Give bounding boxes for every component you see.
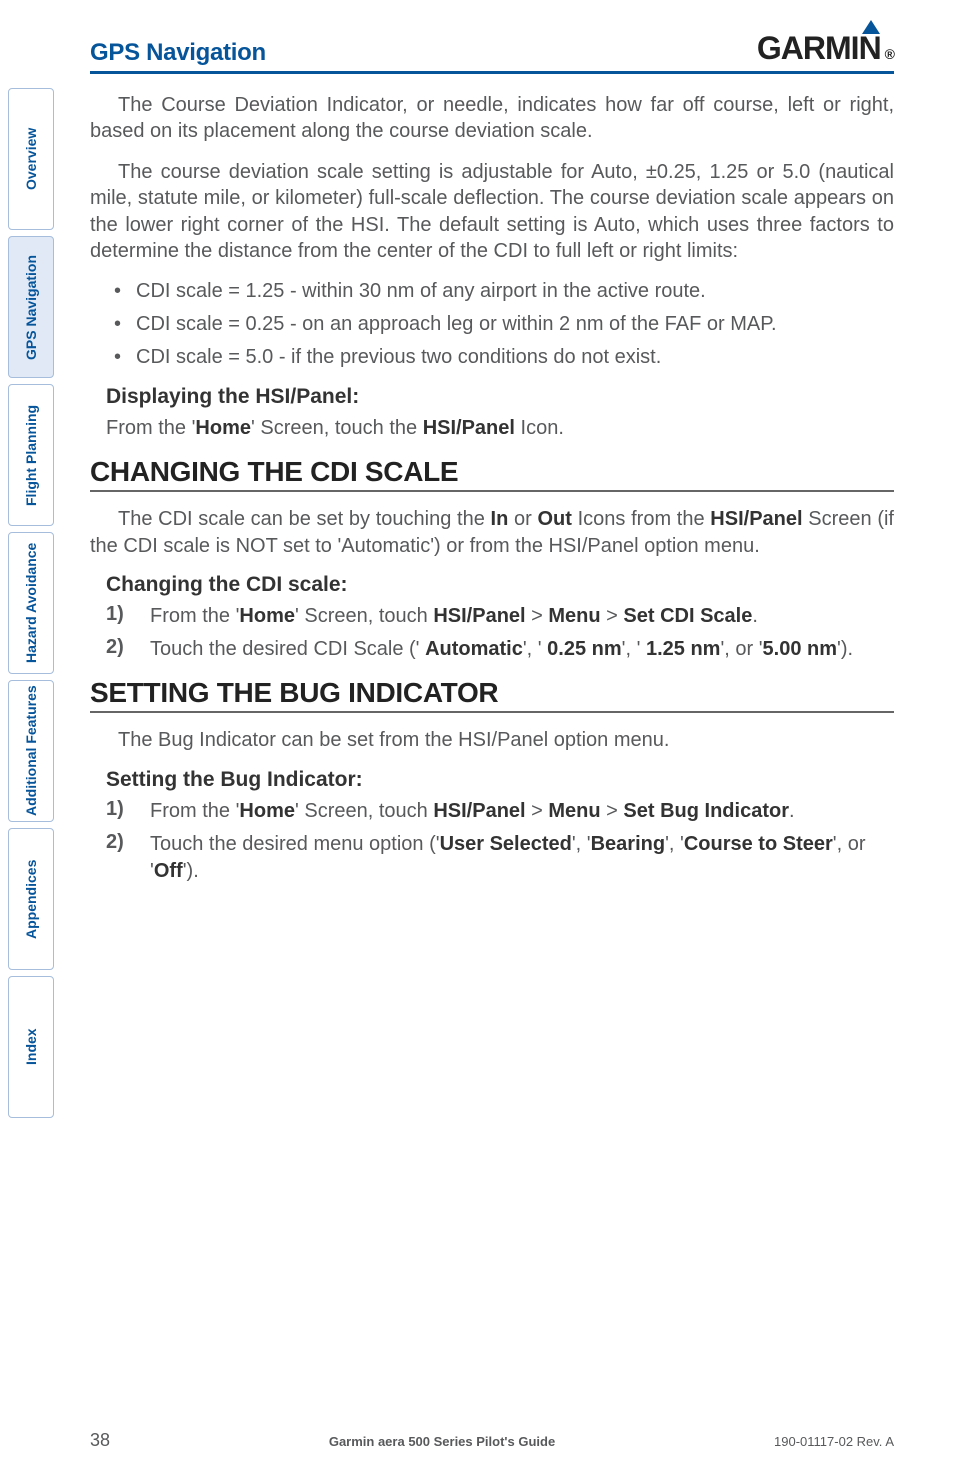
step-text: Touch the desired menu option ('User Sel… [150, 831, 894, 885]
tab-flight-planning[interactable]: Flight Planning [8, 384, 54, 526]
step-number: 1) [106, 603, 132, 630]
paragraph: The Bug Indicator can be set from the HS… [90, 727, 894, 753]
step-number: 1) [106, 798, 132, 825]
tab-index[interactable]: Index [8, 976, 54, 1118]
step-text: From the 'Home' Screen, touch HSI/Panel … [150, 603, 894, 630]
sub-heading: Setting the Bug Indicator: [106, 768, 894, 792]
tab-overview[interactable]: Overview [8, 88, 54, 230]
step-row: 2) Touch the desired CDI Scale (' Automa… [106, 636, 894, 663]
sub-heading: Changing the CDI scale: [106, 573, 894, 597]
garmin-delta-icon [862, 20, 880, 34]
ordered-steps: 1) From the 'Home' Screen, touch HSI/Pan… [106, 798, 894, 885]
sub-heading: Displaying the HSI/Panel: [106, 385, 894, 409]
heading-changing-cdi: CHANGING THE CDI SCALE [90, 456, 894, 492]
paragraph: The Course Deviation Indicator, or needl… [90, 92, 894, 145]
step-row: 1) From the 'Home' Screen, touch HSI/Pan… [106, 603, 894, 630]
garmin-logo-text: GARMIN [757, 30, 881, 67]
tab-appendices[interactable]: Appendices [8, 828, 54, 970]
paragraph: The CDI scale can be set by touching the… [90, 506, 894, 559]
tab-additional-features[interactable]: Additional Features [8, 680, 54, 822]
bullet-list: CDI scale = 1.25 - within 30 nm of any a… [114, 278, 894, 371]
list-item: CDI scale = 1.25 - within 30 nm of any a… [114, 278, 894, 305]
footer-revision: 190-01117-02 Rev. A [774, 1434, 894, 1449]
page-footer: 38 Garmin aera 500 Series Pilot's Guide … [90, 1430, 894, 1451]
heading-bug-indicator: SETTING THE BUG INDICATOR [90, 677, 894, 713]
ordered-steps: 1) From the 'Home' Screen, touch HSI/Pan… [106, 603, 894, 663]
registered-mark: ® [885, 46, 894, 62]
list-item: CDI scale = 5.0 - if the previous two co… [114, 344, 894, 371]
paragraph: The course deviation scale setting is ad… [90, 159, 894, 265]
footer-title: Garmin aera 500 Series Pilot's Guide [110, 1434, 774, 1449]
step-number: 2) [106, 831, 132, 885]
step-row: 2) Touch the desired menu option ('User … [106, 831, 894, 885]
section-title: GPS Navigation [90, 39, 266, 67]
step-row: 1) From the 'Home' Screen, touch HSI/Pan… [106, 798, 894, 825]
side-tabs: Overview GPS Navigation Flight Planning … [8, 88, 54, 1118]
step-text: From the 'Home' Screen, touch the HSI/Pa… [106, 415, 894, 442]
page-number: 38 [90, 1430, 110, 1451]
step-text: From the 'Home' Screen, touch HSI/Panel … [150, 798, 894, 825]
step-text: Touch the desired CDI Scale (' Automatic… [150, 636, 894, 663]
list-item: CDI scale = 0.25 - on an approach leg or… [114, 311, 894, 338]
garmin-logo: GARMIN ® [757, 30, 894, 67]
tab-gps-navigation[interactable]: GPS Navigation [8, 236, 54, 378]
step-number: 2) [106, 636, 132, 663]
tab-hazard-avoidance[interactable]: Hazard Avoidance [8, 532, 54, 674]
